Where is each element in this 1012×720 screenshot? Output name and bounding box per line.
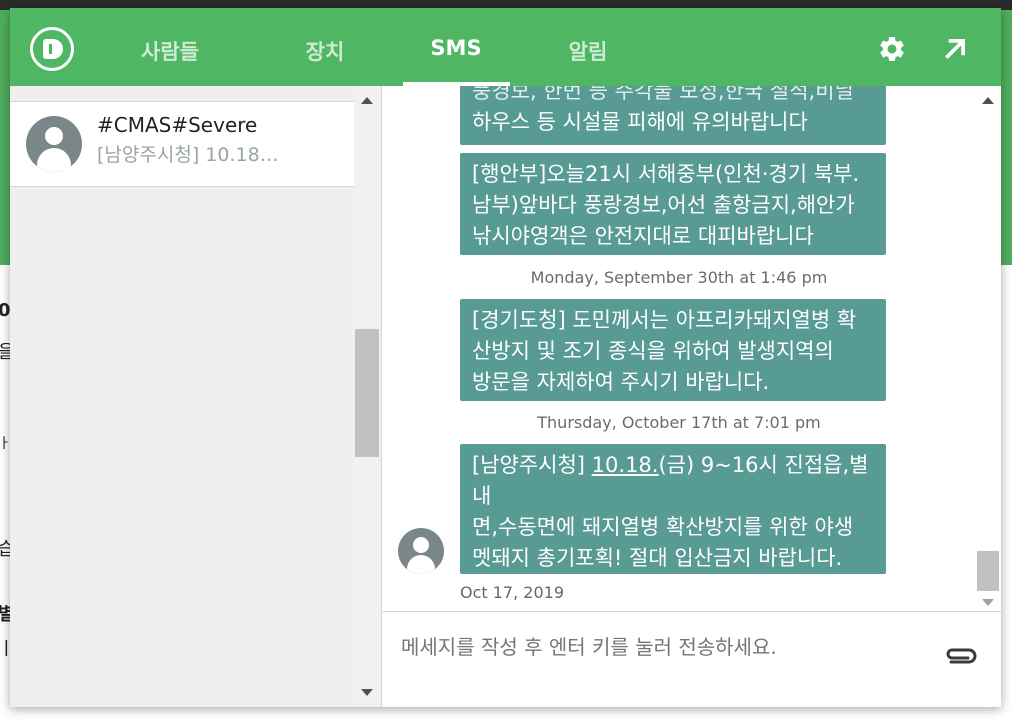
scroll-up-arrow-icon[interactable] bbox=[361, 97, 373, 104]
message-text: [남양주시청] bbox=[472, 453, 592, 477]
message-line: 낚시야영객은 안전지대로 대피바랍니다 bbox=[472, 224, 814, 248]
message-composer bbox=[382, 611, 1001, 707]
scroll-thumb[interactable] bbox=[355, 329, 379, 457]
gear-icon[interactable] bbox=[877, 34, 907, 64]
message-bubble: [남양주시청] 10.18.(금) 9~16시 진접읍,별내 면,수동면에 돼지… bbox=[460, 444, 886, 601]
message-line: 산방지 및 조기 종식을 위하여 발생지역의 bbox=[472, 339, 834, 363]
message-bubble: [경기도청] 도민께서는 아프리카돼지열병 확 산방지 및 조기 종식을 위하여… bbox=[460, 299, 886, 401]
scroll-down-arrow-icon[interactable] bbox=[361, 689, 373, 696]
thread-list: #CMAS#Severe [남양주시청] 10.18… bbox=[10, 86, 382, 707]
message-line: 방문을 자제하여 주시기 바랍니다. bbox=[472, 370, 770, 394]
scroll-up-arrow-icon[interactable] bbox=[982, 97, 994, 104]
message-bubble: 풍경보, 한번 등 주각물 보정,한국 철적,비닐 하우스 등 시설물 피해에 … bbox=[460, 86, 886, 145]
tab-people[interactable]: 사람들 bbox=[122, 36, 218, 66]
message-line: 하우스 등 시설물 피해에 유의바랍니다 bbox=[472, 110, 808, 134]
thread-preview: [남양주시청] 10.18… bbox=[97, 144, 279, 166]
pop-out-arrow-icon[interactable] bbox=[940, 34, 970, 64]
tab-sms[interactable]: SMS bbox=[410, 36, 502, 66]
message-line: 남부)앞바다 풍랑경보,어선 출항금지,해안가 bbox=[472, 193, 855, 217]
chat-scrollbar[interactable] bbox=[975, 86, 1001, 611]
tab-notifications[interactable]: 알림 bbox=[540, 36, 636, 66]
scroll-down-arrow-icon[interactable] bbox=[982, 599, 994, 606]
message-line: 면,수동면에 돼지열병 확산방지를 위한 야생 bbox=[472, 515, 854, 539]
paperclip-icon[interactable] bbox=[941, 640, 979, 670]
header-bar: 사람들 장치 SMS 알림 bbox=[10, 8, 1001, 86]
date-link[interactable]: 10.18. bbox=[592, 453, 659, 477]
thread-item[interactable]: #CMAS#Severe [남양주시청] 10.18… bbox=[10, 101, 354, 187]
thread-title: #CMAS#Severe bbox=[97, 113, 258, 137]
message-input[interactable] bbox=[399, 634, 923, 660]
date-separator: Thursday, October 17th at 7:01 pm bbox=[537, 413, 821, 432]
scroll-thumb[interactable] bbox=[977, 551, 999, 591]
message-line: [경기도청] 도민께서는 아프리카돼지열병 확 bbox=[472, 308, 857, 332]
message-thread: 풍경보, 한번 등 주각물 보정,한국 철적,비닐 하우스 등 시설물 피해에 … bbox=[382, 86, 1001, 611]
message-timestamp: Oct 17, 2019 bbox=[460, 583, 564, 602]
message-bubble: [행안부]오늘21시 서해중부(인천·경기 북부. 남부)앞바다 풍랑경보,어선… bbox=[460, 153, 886, 255]
message-line: 풍경보, 한번 등 주각물 보정,한국 철적,비닐 bbox=[472, 86, 854, 103]
message-line: 멧돼지 총기포획! 절대 입산금지 바랍니다. bbox=[472, 546, 843, 570]
sms-popup: 사람들 장치 SMS 알림 #CMAS#Severe [남양주시청] 10.18… bbox=[10, 8, 1001, 707]
avatar bbox=[26, 116, 82, 172]
pushbullet-logo[interactable] bbox=[30, 27, 74, 71]
message-line: [남양주시청] 10.18.(금) 9~16시 진접읍,별내 bbox=[472, 450, 874, 512]
background-text: 0 bbox=[0, 300, 11, 321]
thread-list-scrollbar[interactable] bbox=[354, 86, 380, 707]
date-separator: Monday, September 30th at 1:46 pm bbox=[530, 268, 828, 287]
message-line: [행안부]오늘21시 서해중부(인천·경기 북부. bbox=[472, 162, 860, 186]
sender-avatar bbox=[398, 528, 444, 574]
tab-devices[interactable]: 장치 bbox=[280, 36, 370, 66]
